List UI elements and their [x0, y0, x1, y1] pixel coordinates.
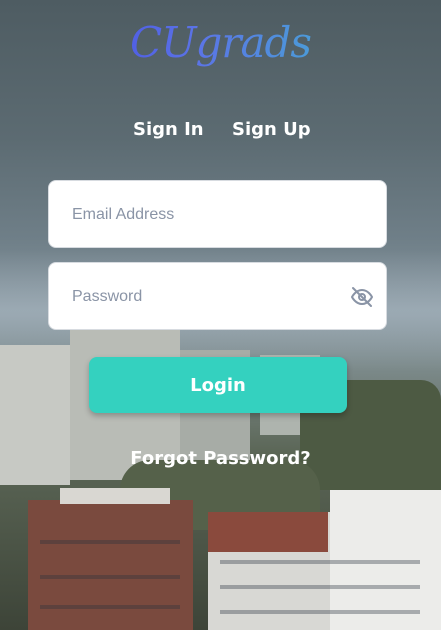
login-button[interactable]: Login — [89, 357, 347, 413]
password-field-container — [48, 262, 387, 330]
foreground-building-roof — [60, 488, 170, 504]
tab-sign-up[interactable]: Sign Up — [232, 119, 311, 140]
foreground-building-band — [208, 512, 328, 552]
email-field-container — [48, 180, 387, 248]
password-field[interactable] — [70, 283, 334, 311]
auth-tabs: Sign In Sign Up — [0, 119, 441, 145]
tab-sign-in[interactable]: Sign In — [133, 119, 204, 140]
forgot-password-link[interactable]: Forgot Password? — [0, 448, 441, 469]
app-logo: CUgrads — [0, 18, 441, 67]
email-field[interactable] — [70, 201, 334, 229]
eye-slash-icon[interactable] — [350, 285, 374, 309]
foreground-building — [28, 500, 193, 630]
